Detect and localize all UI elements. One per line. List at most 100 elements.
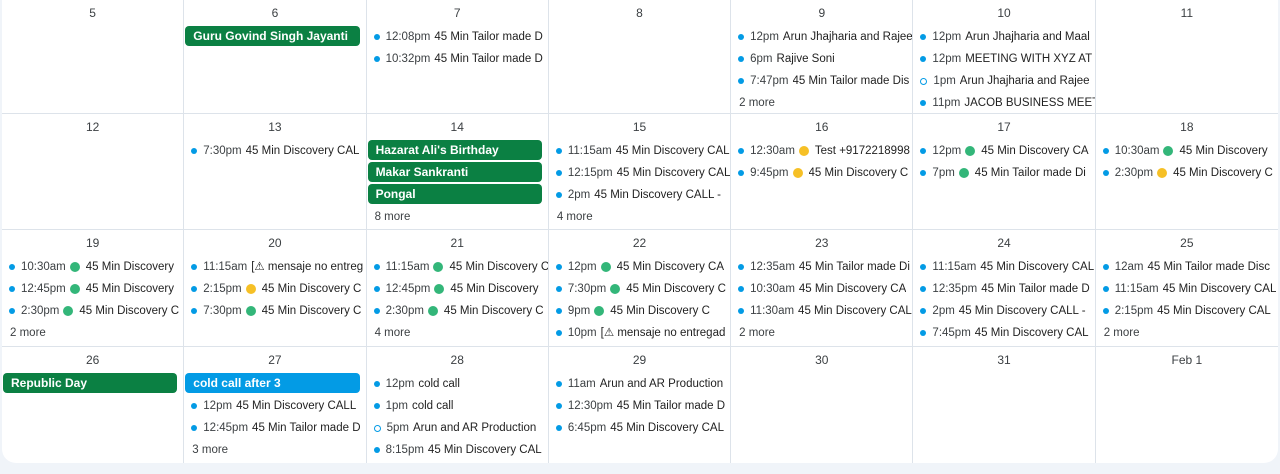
day-number[interactable]: 12 <box>2 118 183 136</box>
day-cell-29[interactable]: 29 11am Arun and AR Production 12:30pm 45 Mi… <box>549 347 732 463</box>
timed-event[interactable]: 9:45pm 45 Min Discovery C <box>731 162 912 184</box>
timed-event[interactable]: 7:30pm 45 Min Discovery C <box>184 300 365 322</box>
timed-event[interactable]: 12pm 45 Min Discovery CA <box>549 256 730 278</box>
timed-event[interactable]: 12:35am 45 Min Tailor made Di <box>731 256 912 278</box>
more-events-link[interactable]: 2 more <box>731 92 912 113</box>
timed-event[interactable]: 7:30pm 45 Min Discovery C <box>549 278 730 300</box>
day-cell-12[interactable]: 12 <box>2 114 185 230</box>
day-cell-9[interactable]: 9 12pm Arun Jhajharia and Rajee 6pm Rajive S… <box>731 0 914 114</box>
day-cell-6[interactable]: 6 Guru Govind Singh Jayanti <box>184 0 367 114</box>
day-number[interactable]: 6 <box>184 4 365 22</box>
day-cell-13[interactable]: 13 7:30pm 45 Min Discovery CAL <box>184 114 367 230</box>
timed-event[interactable]: 7pm 45 Min Tailor made Di <box>913 162 1094 184</box>
day-cell-31[interactable]: 31 <box>913 347 1096 463</box>
day-cell-27[interactable]: 27 cold call after 3 12pm 45 Min Discovery … <box>184 347 367 463</box>
day-number[interactable]: 14 <box>367 118 548 136</box>
timed-event[interactable]: 12pm 45 Min Discovery CALL <box>184 395 365 417</box>
day-cell-7[interactable]: 7 12:08pm 45 Min Tailor made D 10:32pm 45 Mi… <box>366 0 549 114</box>
day-number[interactable]: 25 <box>1096 234 1278 252</box>
timed-event[interactable]: 12:45pm 45 Min Discovery <box>367 278 548 300</box>
day-cell-22[interactable]: 22 12pm 45 Min Discovery CA 7:30pm 45 Min Di… <box>548 230 732 347</box>
day-number[interactable]: 27 <box>184 351 365 369</box>
timed-event[interactable]: 2:30pm 45 Min Discovery C <box>1096 162 1278 184</box>
timed-event[interactable]: 12:45pm 45 Min Discovery <box>2 278 183 300</box>
more-events-link[interactable]: 4 more <box>549 206 730 228</box>
timed-event[interactable]: 1pm cold call <box>367 395 548 417</box>
timed-event[interactable]: 12:35pm 45 Min Tailor made D <box>913 278 1094 300</box>
timed-event[interactable]: 11:15am 45 Min Discovery CAL <box>1096 278 1278 300</box>
timed-event[interactable]: 5pm Arun and AR Production <box>367 417 548 439</box>
day-cell-28[interactable]: 28 12pm cold call 1pm cold call 5pm Arun and A… <box>367 347 549 463</box>
timed-event[interactable]: 10:32pm 45 Min Tailor made D <box>367 48 548 70</box>
day-number[interactable]: 29 <box>549 351 730 369</box>
day-cell-14[interactable]: 14 Hazarat Ali's Birthday Makar Sankranti P… <box>366 114 549 230</box>
timed-event[interactable]: 11:15am [⚠ mensaje no entreg <box>184 256 365 278</box>
all-day-event[interactable]: Makar Sankranti <box>367 162 542 182</box>
timed-event[interactable]: 12pm 45 Min Discovery CA <box>913 140 1094 162</box>
day-number[interactable]: 31 <box>913 351 1094 369</box>
timed-event[interactable]: 1pm Arun Jhajharia and Rajee <box>913 70 1094 92</box>
day-cell-17[interactable]: 17 12pm 45 Min Discovery CA 7pm 45 Min Tailo… <box>913 114 1096 230</box>
day-number[interactable]: 11 <box>1096 4 1278 22</box>
day-cell-18[interactable]: 18 10:30am 45 Min Discovery 2:30pm 45 Min Di… <box>1095 114 1278 230</box>
day-cell-25[interactable]: 25 12am 45 Min Tailor made Disc 11:15am 45 M… <box>1095 230 1278 347</box>
timed-event[interactable]: 7:30pm 45 Min Discovery CAL <box>184 140 365 162</box>
timed-event[interactable]: 12:15pm 45 Min Discovery CAL <box>549 162 730 184</box>
timed-event[interactable]: 11:15am 45 Min Discovery CAL <box>549 140 730 162</box>
timed-event[interactable]: 2:15pm 45 Min Discovery CAL <box>1096 300 1278 322</box>
day-cell-26[interactable]: 26 Republic Day <box>2 347 185 463</box>
day-cell-5[interactable]: 5 <box>2 0 185 114</box>
more-events-link[interactable]: 8 more <box>367 206 548 228</box>
day-cell-8[interactable]: 8 <box>548 0 732 114</box>
timed-event[interactable]: 6:45pm 45 Min Discovery CAL <box>549 417 730 439</box>
timed-event[interactable]: 12:45pm 45 Min Tailor made D <box>184 417 365 439</box>
day-cell-30[interactable]: 30 <box>731 347 914 463</box>
timed-event[interactable]: 12:30pm 45 Min Tailor made D <box>549 395 730 417</box>
timed-event[interactable]: 11:30am 45 Min Discovery CAL <box>731 300 912 322</box>
more-events-link[interactable]: 2 more <box>1096 322 1278 344</box>
more-events-link[interactable]: 2 more <box>731 322 912 344</box>
day-number[interactable]: 16 <box>731 118 912 136</box>
day-number[interactable]: 22 <box>549 234 730 252</box>
day-number[interactable]: 24 <box>913 234 1094 252</box>
timed-event[interactable]: 8:15pm 45 Min Discovery CAL <box>367 439 548 461</box>
day-number[interactable]: 17 <box>913 118 1094 136</box>
timed-event[interactable]: 7:47pm 45 Min Tailor made Dis <box>731 70 912 92</box>
timed-event[interactable]: 12:08pm 45 Min Tailor made D <box>367 26 548 48</box>
timed-event[interactable]: 11am Arun and AR Production <box>549 373 730 395</box>
timed-event[interactable]: 10:30am 45 Min Discovery <box>2 256 183 278</box>
day-number[interactable]: 15 <box>549 118 730 136</box>
day-number[interactable]: 7 <box>367 4 548 22</box>
timed-event[interactable]: 11:15am 45 Min Discovery C <box>367 256 548 278</box>
timed-event[interactable]: 2:30pm 45 Min Discovery C <box>367 300 548 322</box>
day-cell-20[interactable]: 20 11:15am [⚠ mensaje no entreg 2:15pm 45 Mi… <box>184 230 367 347</box>
more-events-link[interactable]: 2 more <box>2 322 183 344</box>
timed-event[interactable]: 11pm JACOB BUSINESS MEET <box>913 92 1095 113</box>
day-number[interactable]: 10 <box>913 4 1094 22</box>
day-number[interactable]: 13 <box>184 118 365 136</box>
day-cell-23[interactable]: 23 12:35am 45 Min Tailor made Di 10:30am 45 … <box>731 230 914 347</box>
more-events-link[interactable]: 4 more <box>367 322 548 344</box>
day-number[interactable]: 9 <box>731 4 912 22</box>
day-cell-11[interactable]: 11 <box>1095 0 1278 114</box>
all-day-event[interactable]: Pongal <box>367 184 542 204</box>
day-cell-10[interactable]: 10 12pm Arun Jhajharia and Maal 12pm MEETING… <box>913 0 1096 114</box>
day-cell-24[interactable]: 24 11:15am 45 Min Discovery CAL 12:35pm 45 M… <box>913 230 1096 347</box>
timed-event[interactable]: 10pm [⚠ mensaje no entregad <box>549 322 730 344</box>
timed-event[interactable]: 2pm 45 Min Discovery CALL - <box>913 300 1094 322</box>
timed-event[interactable]: 2:30pm 45 Min Discovery C <box>2 300 183 322</box>
timed-event[interactable]: 12pm cold call <box>367 373 548 395</box>
timed-event[interactable]: 7:45pm 45 Min Discovery CAL <box>913 322 1094 344</box>
day-cell-21[interactable]: 21 11:15am 45 Min Discovery C 12:45pm 45 Min… <box>366 230 549 347</box>
day-cell-19[interactable]: 19 10:30am 45 Min Discovery 12:45pm 45 Min D… <box>2 230 185 347</box>
day-number[interactable]: 21 <box>367 234 548 252</box>
timed-event[interactable]: 12am 45 Min Tailor made Disc <box>1096 256 1278 278</box>
day-number[interactable]: 23 <box>731 234 912 252</box>
day-number[interactable]: 8 <box>549 4 730 22</box>
all-day-event[interactable]: Hazarat Ali's Birthday <box>367 140 542 160</box>
day-cell-feb-1[interactable]: Feb 1 <box>1096 347 1278 463</box>
day-cell-15[interactable]: 15 11:15am 45 Min Discovery CAL 12:15pm 45 M… <box>548 114 732 230</box>
timed-event[interactable]: 9pm 45 Min Discovery C <box>549 300 730 322</box>
day-number[interactable]: 19 <box>2 234 183 252</box>
more-events-link[interactable]: 3 more <box>184 439 365 461</box>
